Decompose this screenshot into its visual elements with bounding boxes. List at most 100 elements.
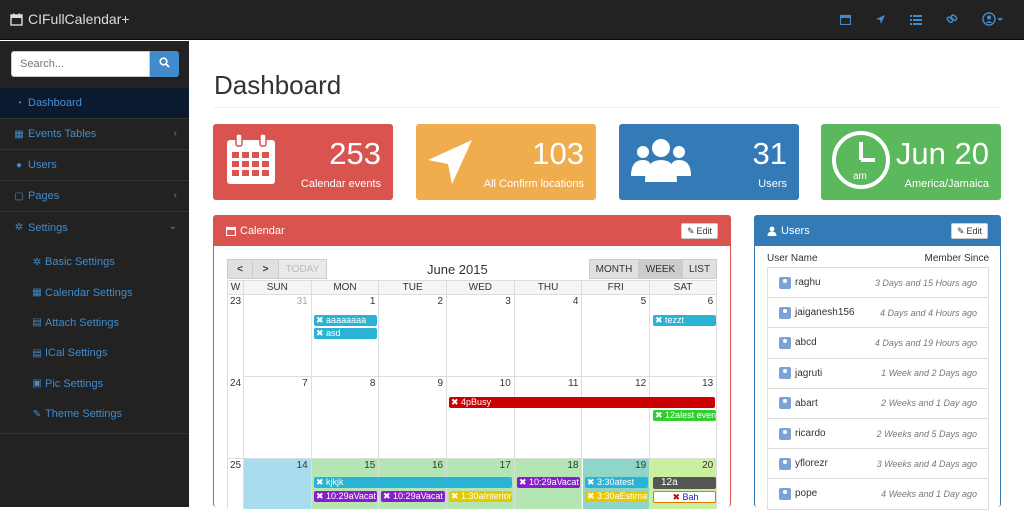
panel-title: Users [781,225,810,237]
sidebar-item-dashboard[interactable]: ◔ Dashboard [0,88,189,119]
search-input[interactable] [11,51,150,77]
calendar-toolbar: < > TODAY June 2015 MONTH WEEK LIST [227,259,717,279]
calendar-event[interactable]: ✖ asd [314,328,377,339]
dashboard-icon: ◔ [15,97,23,109]
file-icon: ▢ [14,190,24,202]
sidebar-item-settings[interactable]: ✲ Settings ⌄ [0,212,189,243]
edit-icon: ✎ [686,225,695,236]
sidebar-item-events-tables[interactable]: ▦ Events Tables ‹ [0,119,189,150]
day-cell[interactable]: 4 [515,295,583,377]
list-view-button[interactable]: LIST [682,259,717,279]
user-name: raghu [795,277,821,289]
day-cell[interactable]: 2 [379,295,448,377]
column-header-user: User Name [767,253,818,264]
submenu-label: Pic Settings [45,377,104,390]
calendar-panel-heading: Calendar ✎ Edit [214,216,730,246]
search-button[interactable] [150,51,179,77]
calendar-event[interactable]: ✖ 10:29aVacat [381,491,445,502]
location-arrow-icon[interactable] [875,13,886,28]
day-cell[interactable]: 6 [650,295,716,377]
link-icon[interactable] [946,13,958,28]
day-cell[interactable]: 12 [583,377,651,459]
user-menu-dropdown[interactable] [982,12,1004,29]
list-icon[interactable] [910,13,922,28]
calendar-event[interactable]: 12a [653,477,716,489]
week-number: 23 [228,295,244,377]
event-title: 4pBusy [461,397,492,407]
list-item[interactable]: ricardo 2 Weeks and 5 Days ago [767,417,989,450]
panel-title: Calendar [240,225,285,237]
prev-button[interactable]: < [227,259,253,279]
week-view-button[interactable]: WEEK [638,259,683,279]
brand-link[interactable]: CIFullCalendar+ [10,11,130,27]
list-item[interactable]: jaiganesh156 4 Days and 4 Hours ago [767,297,989,329]
users-panel-heading: Users ✎ Edit [755,216,1000,246]
avatar [779,276,791,289]
sidebar-item-users[interactable]: ● Users [0,150,189,181]
list-item[interactable]: abart 2 Weeks and 1 Day ago [767,387,989,419]
member-since: 4 Days and 4 Hours ago [879,307,977,318]
submenu-label: Basic Settings [45,256,115,269]
next-button[interactable]: > [252,259,279,279]
day-cell[interactable]: 8 [312,377,380,459]
sidebar-search [11,51,179,77]
calendar-event[interactable]: ✖ 4pBusy [449,397,715,408]
calendar-panel: Calendar ✎ Edit < > TODAY June 2015 MONTH… [213,215,731,509]
list-item[interactable]: raghu 3 Days and 15 Hours ago [767,267,989,299]
member-since: 3 Days and 15 Hours ago [874,277,977,288]
user-name: yflorezr [795,458,828,470]
calendar-icon[interactable] [839,13,852,28]
month-view-button[interactable]: MONTH [589,259,639,279]
calendar-event[interactable]: ✖ 10:29aVacat [314,491,377,502]
stat-card-date[interactable]: am Jun 20 America/Jamaica [821,124,1001,200]
stat-card-users[interactable]: 31 Users [619,124,799,200]
day-cell[interactable]: 7 [244,377,312,459]
stat-card-confirm-locations[interactable]: 103 All Confirm locations [416,124,596,200]
column-header-since: Member Since [924,253,989,264]
calendar-event[interactable]: ✖ 12alest even [653,410,716,421]
edit-label: Edit [696,226,712,236]
calendar-event[interactable]: ✖ 10:29aVacat [517,477,580,488]
day-cell[interactable]: 9 [379,377,448,459]
calendar-event[interactable]: ✖ Bah [653,491,716,503]
calendar-event[interactable]: ✖ 3:30atest [585,477,648,488]
member-since: 2 Weeks and 5 Days ago [876,428,977,439]
member-since: 4 Weeks and 1 Day ago [881,488,977,499]
calendar-event[interactable]: ✖ tezzt [653,315,716,326]
day-cell[interactable]: 5 [583,295,651,377]
calendar-event[interactable]: ✖ aaaaaaaa [314,315,377,326]
submenu-ical-settings[interactable]: ▤ ICal Settings [0,338,189,368]
member-since: 3 Weeks and 4 Days ago [876,458,977,469]
event-title: 1:30aInterior [461,491,512,501]
calendar-month-title: June 2015 [427,262,488,277]
calendar-event[interactable]: ✖ 1:30aInterior [449,491,512,502]
main-content: Dashboard 253 Calendar events 103 All Co… [189,41,1024,510]
day-cell[interactable]: 10 [447,377,515,459]
calendar-event[interactable]: ✖ 3:30aEstimat [585,491,648,502]
cog-icon: ✲ [32,256,42,268]
calendar-edit-button[interactable]: ✎ Edit [680,223,718,239]
submenu-theme-settings[interactable]: ✎ Theme Settings [0,399,189,429]
attach-icon: ▤ [32,317,42,329]
submenu-basic-settings[interactable]: ✲ Basic Settings [0,247,189,277]
today-button[interactable]: TODAY [278,259,327,279]
delete-icon: ✖ [672,492,680,502]
day-cell[interactable]: 3 [447,295,515,377]
calendar-widget: < > TODAY June 2015 MONTH WEEK LIST W SU… [227,259,717,509]
submenu-attach-settings[interactable]: ▤ Attach Settings [0,308,189,338]
list-item[interactable]: abcd 4 Days and 19 Hours ago [767,327,989,359]
day-cell[interactable]: 14 [244,459,312,509]
stat-card-calendar-events[interactable]: 253 Calendar events [213,124,393,200]
list-item[interactable]: pope 4 Weeks and 1 Day ago [767,478,989,510]
sidebar-item-label: Users [28,159,57,171]
submenu-pic-settings[interactable]: ▣ Pic Settings [0,369,189,399]
day-cell[interactable]: 11 [515,377,583,459]
list-item[interactable]: jagruti 1 Week and 2 Days ago [767,357,989,389]
calendar-event[interactable]: ✖ kjkjk [314,477,512,488]
sidebar-item-pages[interactable]: ▢ Pages ‹ [0,181,189,212]
day-cell[interactable]: 31 [244,295,312,377]
event-title: Bah [682,492,699,502]
submenu-calendar-settings[interactable]: ▦ Calendar Settings [0,277,189,307]
list-item[interactable]: yflorezr 3 Weeks and 4 Days ago [767,448,989,480]
users-edit-button[interactable]: ✎ Edit [950,223,988,239]
